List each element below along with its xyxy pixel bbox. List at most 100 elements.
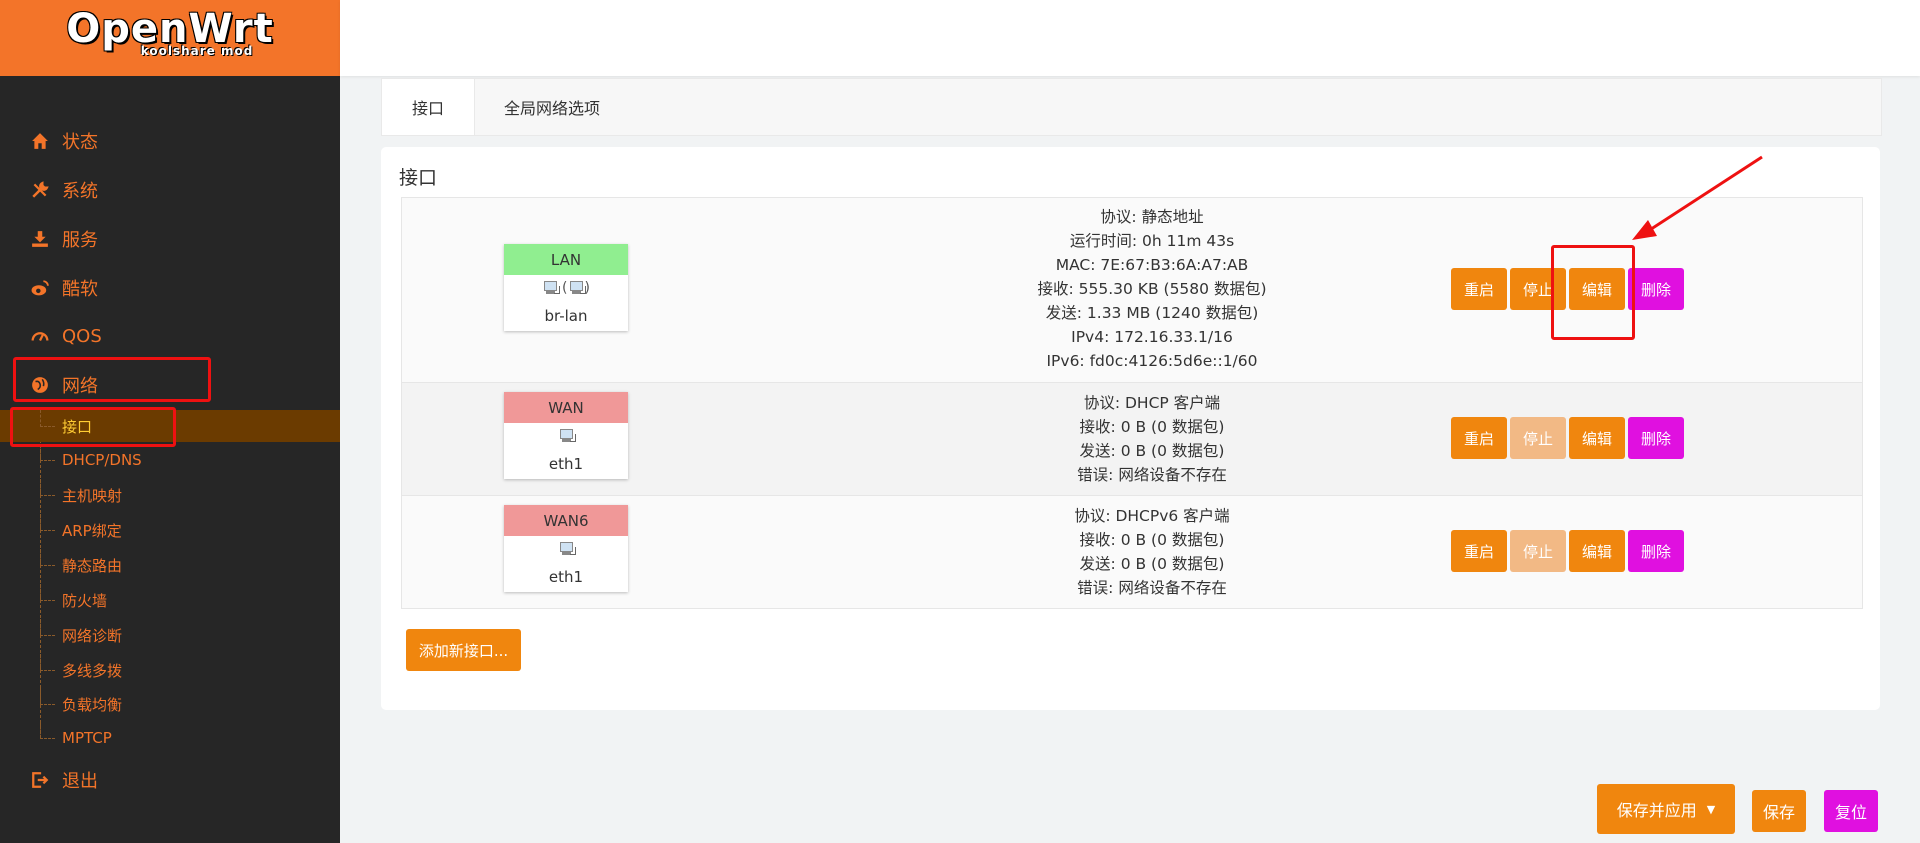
nav-item-status[interactable]: 状态: [0, 121, 340, 161]
subitem-label: DHCP/DNS: [62, 451, 142, 469]
network-device-icon: [542, 281, 561, 295]
nav-item-koolsoft[interactable]: 酷软: [0, 268, 340, 308]
restart-button[interactable]: 重启: [1451, 417, 1507, 459]
info-line: 接收: 555.30 KB (5580 数据包): [1037, 280, 1267, 298]
save-apply-button[interactable]: 保存并应用 ▼: [1597, 784, 1735, 834]
info-line: IPv4: 172.16.33.1/16: [1071, 328, 1233, 346]
annotation-box-edit: [1551, 245, 1635, 340]
nav-item-services[interactable]: 服务: [0, 219, 340, 259]
logo-subtitle: koolshare mod: [140, 44, 254, 58]
logout-icon: [30, 770, 50, 790]
sidebar-subitem-host-mapping[interactable]: 主机映射: [0, 479, 340, 511]
sidebar-subitem-load-balance[interactable]: 负载均衡: [0, 688, 340, 720]
annotation-box-network: [13, 357, 211, 402]
delete-button[interactable]: 删除: [1628, 530, 1684, 572]
nav-item-logout[interactable]: 退出: [0, 760, 340, 800]
tab-label: 接口: [411, 99, 444, 118]
table-row-lan: LAN ( ) br-lan 协议: 静态地址 运行时间: 0h 11m 43s…: [402, 198, 1862, 383]
interface-badge-wan6: WAN6 eth1: [504, 505, 628, 592]
info-line: 错误: 网络设备不存在: [1077, 579, 1227, 597]
panel-title: 接口: [399, 167, 438, 189]
interface-name: WAN6: [504, 505, 628, 536]
nav-label: QOS: [62, 325, 102, 347]
nav-label: 状态: [62, 132, 98, 153]
tab-interfaces[interactable]: 接口: [382, 79, 475, 135]
info-line: 协议: DHCPv6 客户端: [1074, 507, 1230, 525]
network-device-icon: [558, 429, 576, 443]
interface-badge-lan: LAN ( ) br-lan: [504, 244, 628, 331]
download-icon: [30, 229, 50, 249]
sidebar-subitem-firewall[interactable]: 防火墙: [0, 584, 340, 616]
logo-bar: OpenWrt koolshare mod: [0, 0, 340, 76]
info-line: 发送: 0 B (0 数据包): [1079, 555, 1225, 573]
edit-button[interactable]: 编辑: [1569, 530, 1625, 572]
tree-branch: [40, 688, 55, 705]
tree-branch: [40, 479, 55, 496]
tab-bar: 接口 全局网络选项: [381, 78, 1882, 136]
caret-down-icon: ▼: [1706, 802, 1716, 816]
delete-button[interactable]: 删除: [1628, 417, 1684, 459]
interface-name: LAN: [504, 244, 628, 275]
info-line: IPv6: fd0c:4126:5d6e::1/60: [1046, 352, 1258, 370]
device-name: eth1: [548, 568, 584, 586]
nav-item-qos[interactable]: QOS: [0, 316, 340, 356]
edit-button[interactable]: 编辑: [1569, 417, 1625, 459]
info-line: 发送: 0 B (0 数据包): [1079, 442, 1225, 460]
tools-icon: [30, 180, 50, 200]
info-line: 接收: 0 B (0 数据包): [1079, 418, 1225, 436]
delete-button[interactable]: 删除: [1628, 268, 1684, 310]
subitem-label: 静态路由: [62, 556, 123, 575]
home-icon: [30, 131, 50, 151]
tree-branch: [40, 654, 55, 671]
row-actions: 重启 停止 编辑 删除: [1451, 417, 1684, 459]
logo[interactable]: OpenWrt koolshare mod: [0, 8, 340, 58]
top-header: [340, 0, 1920, 76]
network-device-icon: [568, 281, 586, 295]
subitem-label: 多线多拨: [62, 661, 123, 680]
interfaces-table: LAN ( ) br-lan 协议: 静态地址 运行时间: 0h 11m 43s…: [401, 197, 1863, 609]
info-line: 发送: 1.33 MB (1240 数据包): [1045, 304, 1259, 322]
nav-item-system[interactable]: 系统: [0, 170, 340, 210]
device-name: br-lan: [544, 307, 588, 325]
restart-button[interactable]: 重启: [1451, 530, 1507, 572]
info-line: 错误: 网络设备不存在: [1077, 466, 1227, 484]
interface-name: WAN: [504, 392, 628, 423]
add-interface-button[interactable]: 添加新接口...: [406, 629, 521, 671]
save-apply-label: 保存并应用: [1616, 801, 1697, 820]
sidebar-subitem-diagnostics[interactable]: 网络诊断: [0, 619, 340, 651]
interface-info: 协议: DHCP 客户端 接收: 0 B (0 数据包) 发送: 0 B (0 …: [802, 391, 1502, 487]
reset-button[interactable]: 复位: [1824, 790, 1878, 832]
tab-global-options[interactable]: 全局网络选项: [504, 79, 600, 135]
interface-info: 协议: 静态地址 运行时间: 0h 11m 43s MAC: 7E:67:B3:…: [802, 205, 1502, 373]
interface-info: 协议: DHCPv6 客户端 接收: 0 B (0 数据包) 发送: 0 B (…: [802, 504, 1502, 600]
restart-button[interactable]: 重启: [1451, 268, 1507, 310]
sidebar: OpenWrt koolshare mod 状态 系统 服务 酷软 QOS 网络…: [0, 0, 340, 843]
tab-label: 全局网络选项: [504, 99, 601, 118]
info-line: 协议: 静态地址: [1100, 208, 1204, 226]
nav-label: 服务: [62, 230, 98, 251]
info-line: MAC: 7E:67:B3:6A:A7:AB: [1055, 256, 1249, 274]
sidebar-subitem-dhcp-dns[interactable]: DHCP/DNS: [0, 444, 340, 476]
weibo-icon: [30, 278, 50, 298]
tree-branch: [40, 722, 55, 739]
sidebar-subitem-multiwan[interactable]: 多线多拨: [0, 654, 340, 686]
sidebar-subitem-mptcp[interactable]: MPTCP: [0, 722, 340, 754]
save-button[interactable]: 保存: [1752, 790, 1806, 832]
gauge-icon: [30, 326, 50, 346]
interfaces-panel: 接口 LAN ( ) br-lan 协议: 静态地址 运行时间: 0h 11m …: [381, 147, 1880, 710]
table-row-wan6: WAN6 eth1 协议: DHCPv6 客户端 接收: 0 B (0 数据包)…: [402, 496, 1862, 608]
sidebar-subitem-arp-binding[interactable]: ARP绑定: [0, 514, 340, 546]
row-actions: 重启 停止 编辑 删除: [1451, 530, 1684, 572]
device-icons: ( ): [504, 275, 628, 301]
subitem-label: 防火墙: [62, 591, 108, 610]
stop-button[interactable]: 停止: [1510, 530, 1566, 572]
subitem-label: 网络诊断: [62, 626, 123, 645]
device-icons: [504, 536, 628, 562]
stop-button[interactable]: 停止: [1510, 417, 1566, 459]
nav-label: 酷软: [62, 279, 98, 300]
sidebar-subitem-static-routes[interactable]: 静态路由: [0, 549, 340, 581]
device-name: eth1: [548, 455, 584, 473]
info-line: 接收: 0 B (0 数据包): [1079, 531, 1225, 549]
network-device-icon: [558, 542, 576, 556]
info-line: 运行时间: 0h 11m 43s: [1069, 232, 1235, 250]
